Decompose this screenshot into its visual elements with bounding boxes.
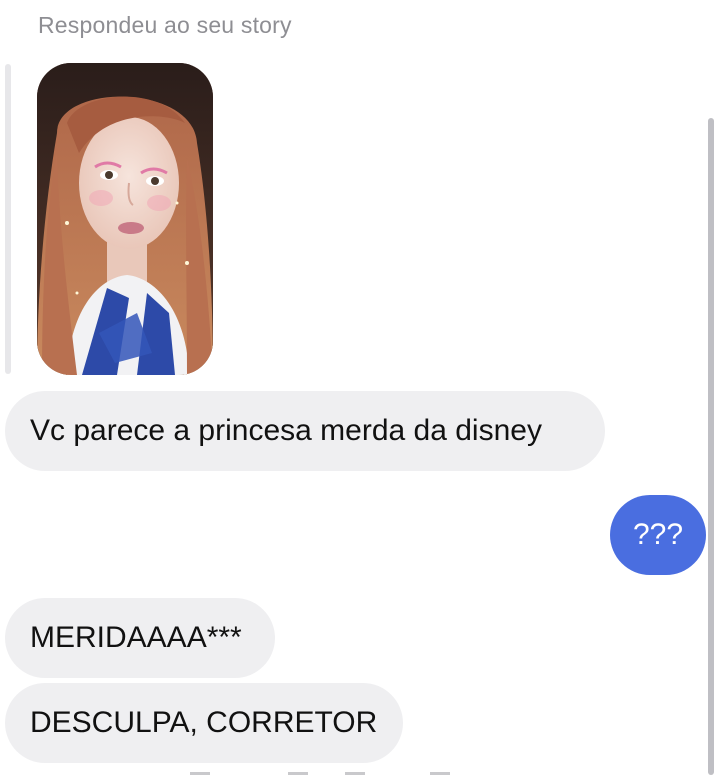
story-reply-label: Respondeu ao seu story xyxy=(38,12,292,38)
story-thumbnail[interactable] xyxy=(37,63,213,375)
message-bubble-incoming[interactable]: Vc parece a princesa merda da disney xyxy=(5,391,605,471)
scrollbar[interactable] xyxy=(708,118,714,775)
message-text: MERIDAAAA*** xyxy=(30,621,242,654)
reply-quote-bar xyxy=(5,64,11,374)
message-text: DESCULPA, CORRETOR xyxy=(30,706,378,739)
message-bubble-incoming[interactable]: MERIDAAAA*** xyxy=(5,598,275,678)
message-text: ??? xyxy=(632,518,684,551)
message-bubble-outgoing[interactable]: ??? xyxy=(610,495,706,575)
message-text: Vc parece a princesa merda da disney xyxy=(30,414,542,447)
chat-screen: Respondeu ao seu story Vc parece a princ… xyxy=(0,0,721,775)
story-image xyxy=(37,63,213,375)
message-bubble-incoming[interactable]: DESCULPA, CORRETOR xyxy=(5,683,403,763)
cut-off-text-fragments xyxy=(190,772,450,775)
